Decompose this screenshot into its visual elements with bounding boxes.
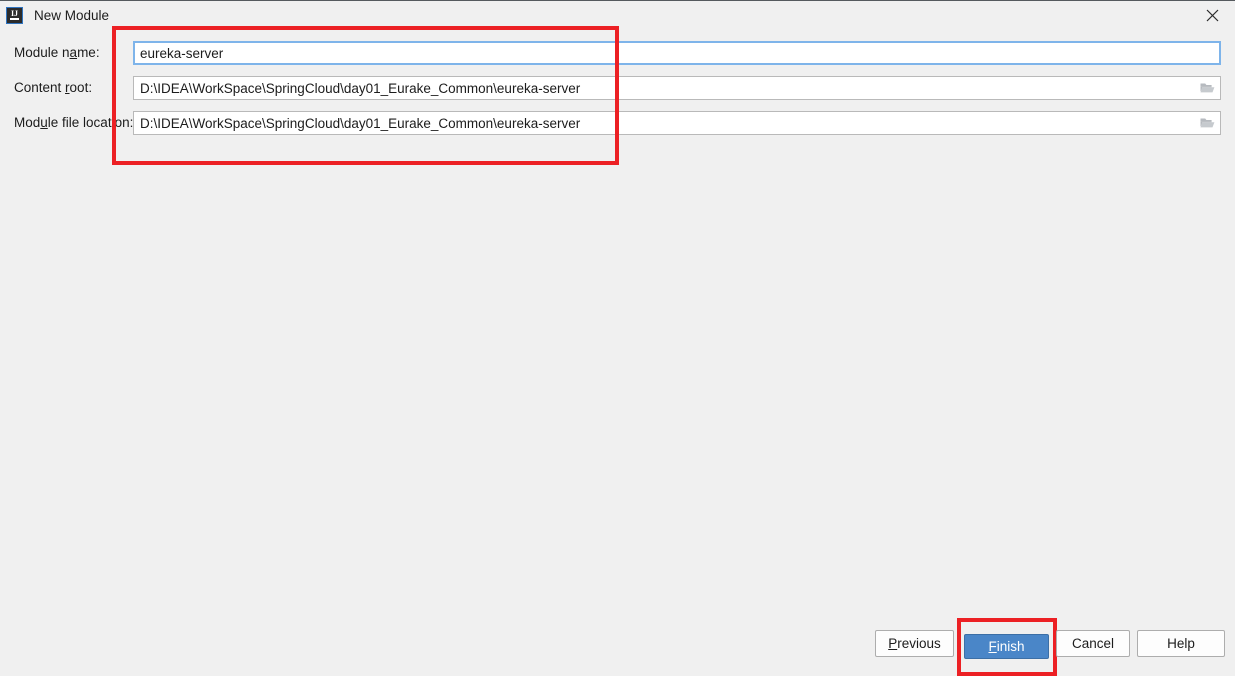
module-file-location-input[interactable] xyxy=(133,111,1221,135)
title-bar: IJ New Module xyxy=(0,1,1235,30)
content-root-label: Content root: xyxy=(14,80,93,95)
finish-button[interactable]: Finish xyxy=(964,634,1049,659)
help-button[interactable]: Help xyxy=(1137,630,1225,657)
content-root-input[interactable] xyxy=(133,76,1221,100)
app-icon-underline xyxy=(10,18,19,20)
module-name-label: Module name: xyxy=(14,45,100,60)
previous-button[interactable]: Previous xyxy=(875,630,954,657)
module-file-location-browse-button[interactable] xyxy=(1194,112,1220,134)
content-root-browse-button[interactable] xyxy=(1194,77,1220,99)
form-row-module-name: Module name: xyxy=(0,41,1235,65)
close-icon[interactable] xyxy=(1189,1,1235,30)
folder-icon xyxy=(1200,118,1214,128)
new-module-dialog: IJ New Module Module name: Content root: xyxy=(0,0,1235,676)
app-icon-letters: IJ xyxy=(10,9,19,18)
intellij-idea-icon: IJ xyxy=(6,7,23,24)
folder-icon xyxy=(1200,83,1214,93)
module-name-field-wrap xyxy=(133,41,1221,65)
dialog-button-bar: Previous Finish Cancel Help xyxy=(0,616,1235,672)
form-row-content-root: Content root: xyxy=(0,76,1235,100)
cancel-button[interactable]: Cancel xyxy=(1056,630,1130,657)
module-name-input[interactable] xyxy=(133,41,1221,65)
module-file-location-label: Module file location: xyxy=(14,115,134,130)
form-row-module-file-location: Module file location: xyxy=(0,111,1235,135)
module-file-location-field-wrap xyxy=(133,111,1221,135)
content-root-field-wrap xyxy=(133,76,1221,100)
window-title: New Module xyxy=(34,8,110,23)
